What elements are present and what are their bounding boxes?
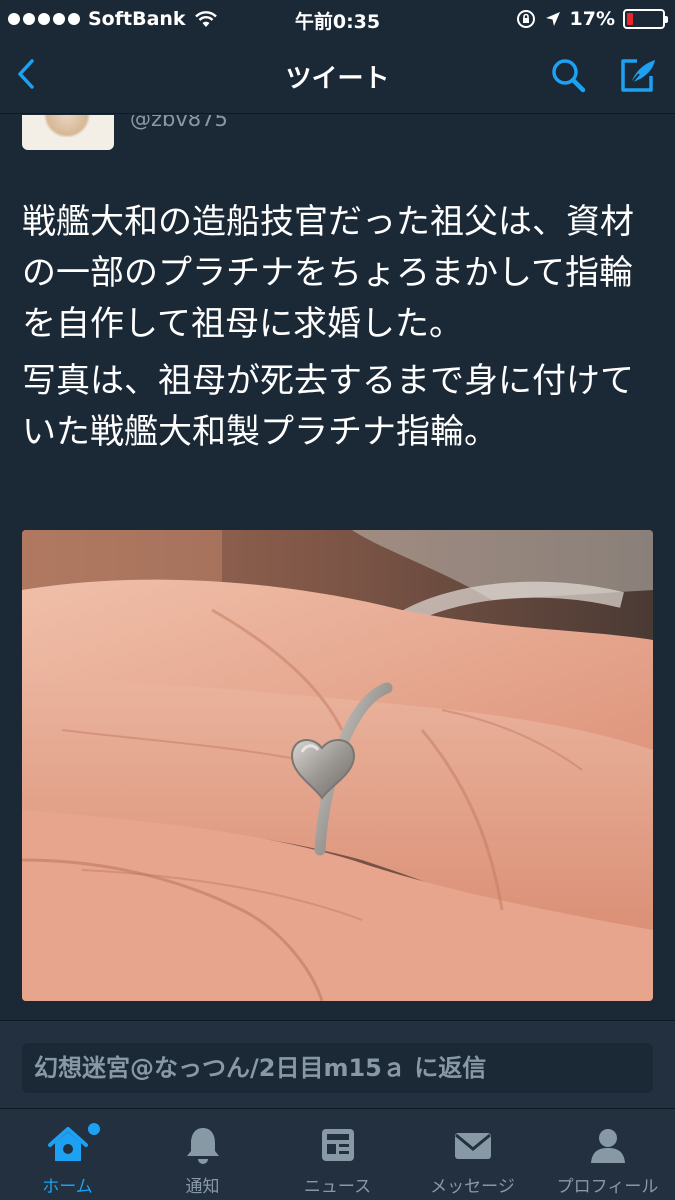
tab-profile[interactable]: プロフィール (540, 1109, 675, 1200)
compose-icon (621, 59, 655, 92)
location-arrow-icon (545, 12, 560, 26)
battery-level (627, 13, 633, 25)
battery-icon (623, 9, 668, 29)
battery-percentage: 17% (569, 8, 615, 30)
tweet-photo[interactable] (22, 530, 653, 1001)
envelope-icon (455, 1133, 491, 1159)
tweet-paragraph: 戦艦大和の造船技官だった祖父は、資材の一部のプラチナをちょろまかして指輪を自作し… (22, 202, 634, 344)
tab-bar: ホーム 通知 ニュース メッセージ プロフィール (0, 1108, 675, 1200)
news-icon (322, 1129, 354, 1161)
tweet-detail: @zbv875 戦艦大和の造船技官だった祖父は、資材の一部のプラチナをちょろまか… (0, 115, 675, 1020)
user-handle[interactable]: @zbv875 (130, 115, 228, 131)
search-button[interactable] (547, 54, 591, 98)
tweet-paragraph: 写真は、祖母が死去するまで身に付けていた戦艦大和製プラチナ指輪。 (22, 361, 634, 452)
navigation-bar: ツイート (0, 40, 675, 114)
ring-photo-image (22, 530, 653, 1001)
tab-label: 通知 (185, 1177, 220, 1197)
tab-label: プロフィール (556, 1177, 659, 1197)
bell-icon (187, 1128, 219, 1164)
search-icon (552, 59, 586, 93)
reply-input[interactable]: 幻想迷宮@なっつん/2日目m15ａ に返信 (22, 1043, 653, 1093)
home-icon (48, 1127, 88, 1161)
tab-messages[interactable]: メッセージ (405, 1109, 540, 1200)
tab-label: メッセージ (430, 1177, 515, 1197)
person-icon (591, 1129, 625, 1163)
tab-label: ホーム (42, 1177, 93, 1197)
tweet-text: 戦艦大和の造船技官だった祖父は、資材の一部のプラチナをちょろまかして指輪を自作し… (22, 197, 662, 458)
rotation-lock-icon (516, 10, 535, 28)
tab-home[interactable]: ホーム (0, 1109, 135, 1200)
tab-notifications[interactable]: 通知 (135, 1109, 270, 1200)
status-bar: SoftBank 午前0:35 17% (0, 0, 675, 40)
new-tweets-indicator (88, 1123, 100, 1135)
reply-bar: 幻想迷宮@なっつん/2日目m15ａ に返信 (0, 1020, 675, 1108)
avatar[interactable] (22, 115, 114, 150)
tab-label: ニュース (303, 1177, 372, 1197)
tab-news[interactable]: ニュース (270, 1109, 405, 1200)
status-right: 17% (516, 7, 668, 31)
compose-button[interactable] (613, 52, 661, 100)
